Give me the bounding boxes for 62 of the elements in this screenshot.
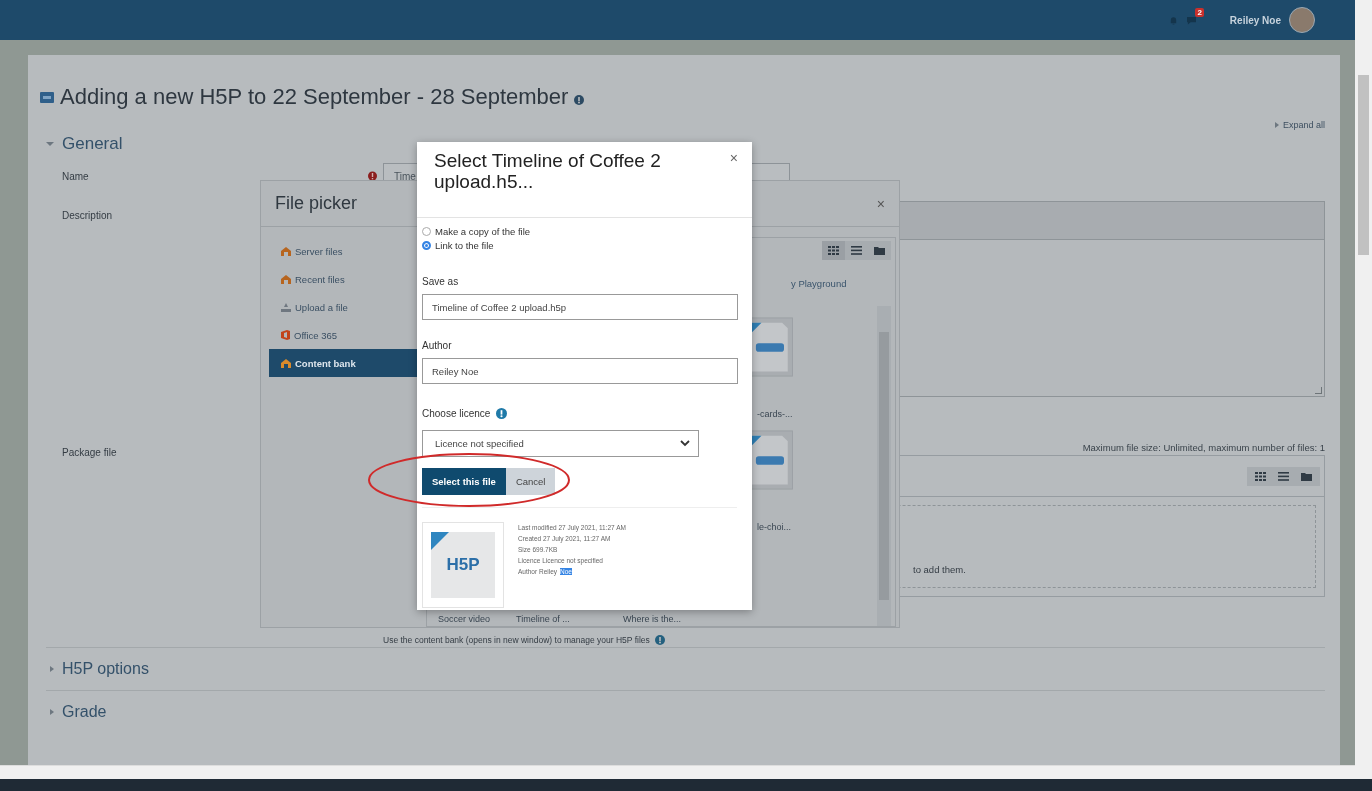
h5p-icon [40, 91, 54, 103]
section-toggle[interactable]: H5P options [46, 647, 1325, 690]
avatar[interactable] [1289, 7, 1315, 33]
house-icon [281, 246, 291, 256]
user-name[interactable]: Reiley Noe [1229, 14, 1281, 26]
repository-item[interactable]: Office 365 [269, 321, 419, 349]
house-icon [281, 274, 291, 284]
field-label: Choose licence [422, 407, 491, 419]
scrollbar[interactable] [1355, 0, 1372, 779]
close-button[interactable]: × [725, 150, 742, 166]
grid-view-icon[interactable] [822, 241, 845, 260]
breadcrumb-path[interactable]: y Playground [791, 277, 847, 289]
view-switcher[interactable] [1247, 466, 1320, 486]
max-size-note: Maximum file size: Unlimited, maximum number of files: 1 [1082, 441, 1325, 453]
repository-item[interactable]: Content bank [269, 349, 419, 377]
house-icon [281, 358, 291, 368]
drop-hint: to add them. [913, 564, 966, 575]
help-icon[interactable] [654, 635, 665, 645]
cancel-button[interactable]: Cancel [505, 468, 556, 495]
dialog-title: Select Timeline of Coffee 2 upload.h5... [434, 150, 662, 192]
file-name[interactable]: Soccer video [438, 614, 491, 624]
help-icon[interactable] [496, 407, 508, 419]
file-name[interactable]: Where is the... [623, 614, 682, 624]
file-name[interactable]: Timeline of ... [516, 614, 570, 624]
grid-view-icon[interactable] [1255, 471, 1266, 481]
close-button[interactable]: × [872, 195, 889, 212]
save-as-field[interactable]: Timeline of Coffee 2 upload.h5p [422, 294, 738, 320]
repository-item[interactable]: Recent files [269, 265, 419, 293]
upload-icon [281, 302, 291, 312]
h5p-logo: H5P [446, 555, 480, 575]
field-label: Package file [62, 447, 117, 458]
file-name[interactable]: -cards-... [757, 409, 793, 419]
scrollbar[interactable] [877, 306, 891, 626]
radio-label: Link to the file [435, 239, 494, 251]
field-label: Name [62, 170, 89, 182]
folder-icon[interactable] [1301, 471, 1312, 481]
dialog-title: File picker [275, 193, 358, 214]
help-icon[interactable] [574, 95, 585, 105]
repository-item[interactable]: Upload a file [269, 293, 419, 321]
view-switcher[interactable] [822, 241, 891, 260]
select-file-button[interactable]: Select this file [422, 468, 506, 495]
office-icon [281, 330, 290, 340]
repository-item[interactable]: Server files [269, 237, 419, 265]
section-toggle[interactable]: Grade [46, 690, 1325, 733]
list-view-icon[interactable] [1278, 471, 1289, 481]
field-label: Author [422, 339, 452, 351]
page-title: Adding a new H5P to 22 September - 28 September [60, 84, 569, 110]
field-label: Description [62, 210, 113, 221]
help-text: Use the content bank (opens in new window) to manage your H5P files [383, 635, 650, 645]
chevron-down-icon [680, 440, 690, 447]
notification-badge: 2 [1195, 8, 1204, 17]
scrollbar[interactable] [0, 765, 1355, 779]
field-label: Save as [422, 275, 459, 287]
corner-ribbon-icon [431, 532, 449, 550]
chat-icon[interactable] [1186, 15, 1198, 25]
required-icon [368, 171, 377, 181]
radio-button[interactable] [422, 226, 431, 236]
radio-button[interactable] [422, 240, 431, 250]
file-name[interactable]: le-choi... [757, 522, 791, 532]
author-field[interactable]: Reiley Noe [422, 358, 738, 384]
expand-all-link[interactable]: Expand all [1274, 117, 1325, 133]
radio-label: Make a copy of the file [435, 225, 531, 237]
